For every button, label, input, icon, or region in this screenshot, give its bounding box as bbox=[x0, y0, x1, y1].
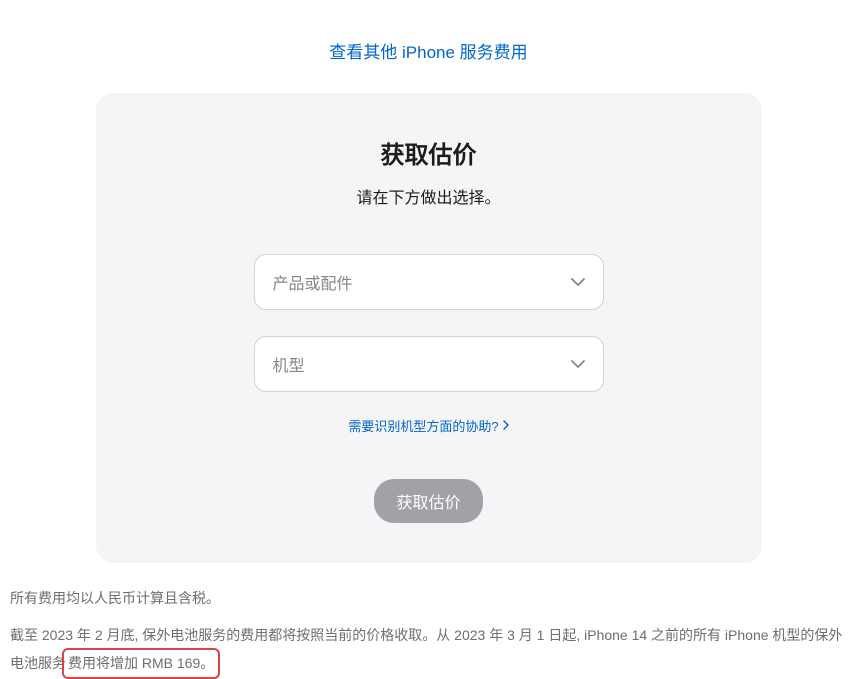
other-services-link[interactable]: 查看其他 iPhone 服务费用 bbox=[329, 43, 527, 62]
product-select-wrapper: 产品或配件 bbox=[254, 254, 604, 310]
chevron-down-icon bbox=[571, 360, 585, 368]
chevron-right-icon bbox=[503, 418, 509, 433]
estimate-card: 获取估价 请在下方做出选择。 产品或配件 机型 需要识别机型方面的协助? 获取估… bbox=[96, 93, 762, 563]
card-title: 获取估价 bbox=[136, 135, 722, 170]
disclaimer: 所有费用均以人民币计算且含税。 截至 2023 年 2 月底, 保外电池服务的费… bbox=[0, 563, 857, 679]
identify-model-help-link[interactable]: 需要识别机型方面的协助? bbox=[348, 416, 508, 435]
product-select[interactable]: 产品或配件 bbox=[254, 254, 604, 310]
disclaimer-line-1: 所有费用均以人民币计算且含税。 bbox=[10, 585, 847, 612]
disclaimer-line-2: 截至 2023 年 2 月底, 保外电池服务的费用都将按照当前的价格收取。从 2… bbox=[10, 622, 847, 679]
get-estimate-button[interactable]: 获取估价 bbox=[374, 479, 482, 523]
product-select-placeholder: 产品或配件 bbox=[273, 270, 353, 294]
price-increase-highlight: 费用将增加 RMB 169。 bbox=[62, 648, 220, 679]
chevron-down-icon bbox=[571, 278, 585, 286]
submit-row: 获取估价 bbox=[136, 479, 722, 523]
model-select[interactable]: 机型 bbox=[254, 336, 604, 392]
model-select-wrapper: 机型 bbox=[254, 336, 604, 392]
model-select-placeholder: 机型 bbox=[273, 352, 305, 376]
card-subtitle: 请在下方做出选择。 bbox=[136, 184, 722, 208]
top-link-container: 查看其他 iPhone 服务费用 bbox=[0, 0, 857, 93]
help-link-text: 需要识别机型方面的协助? bbox=[348, 416, 498, 435]
